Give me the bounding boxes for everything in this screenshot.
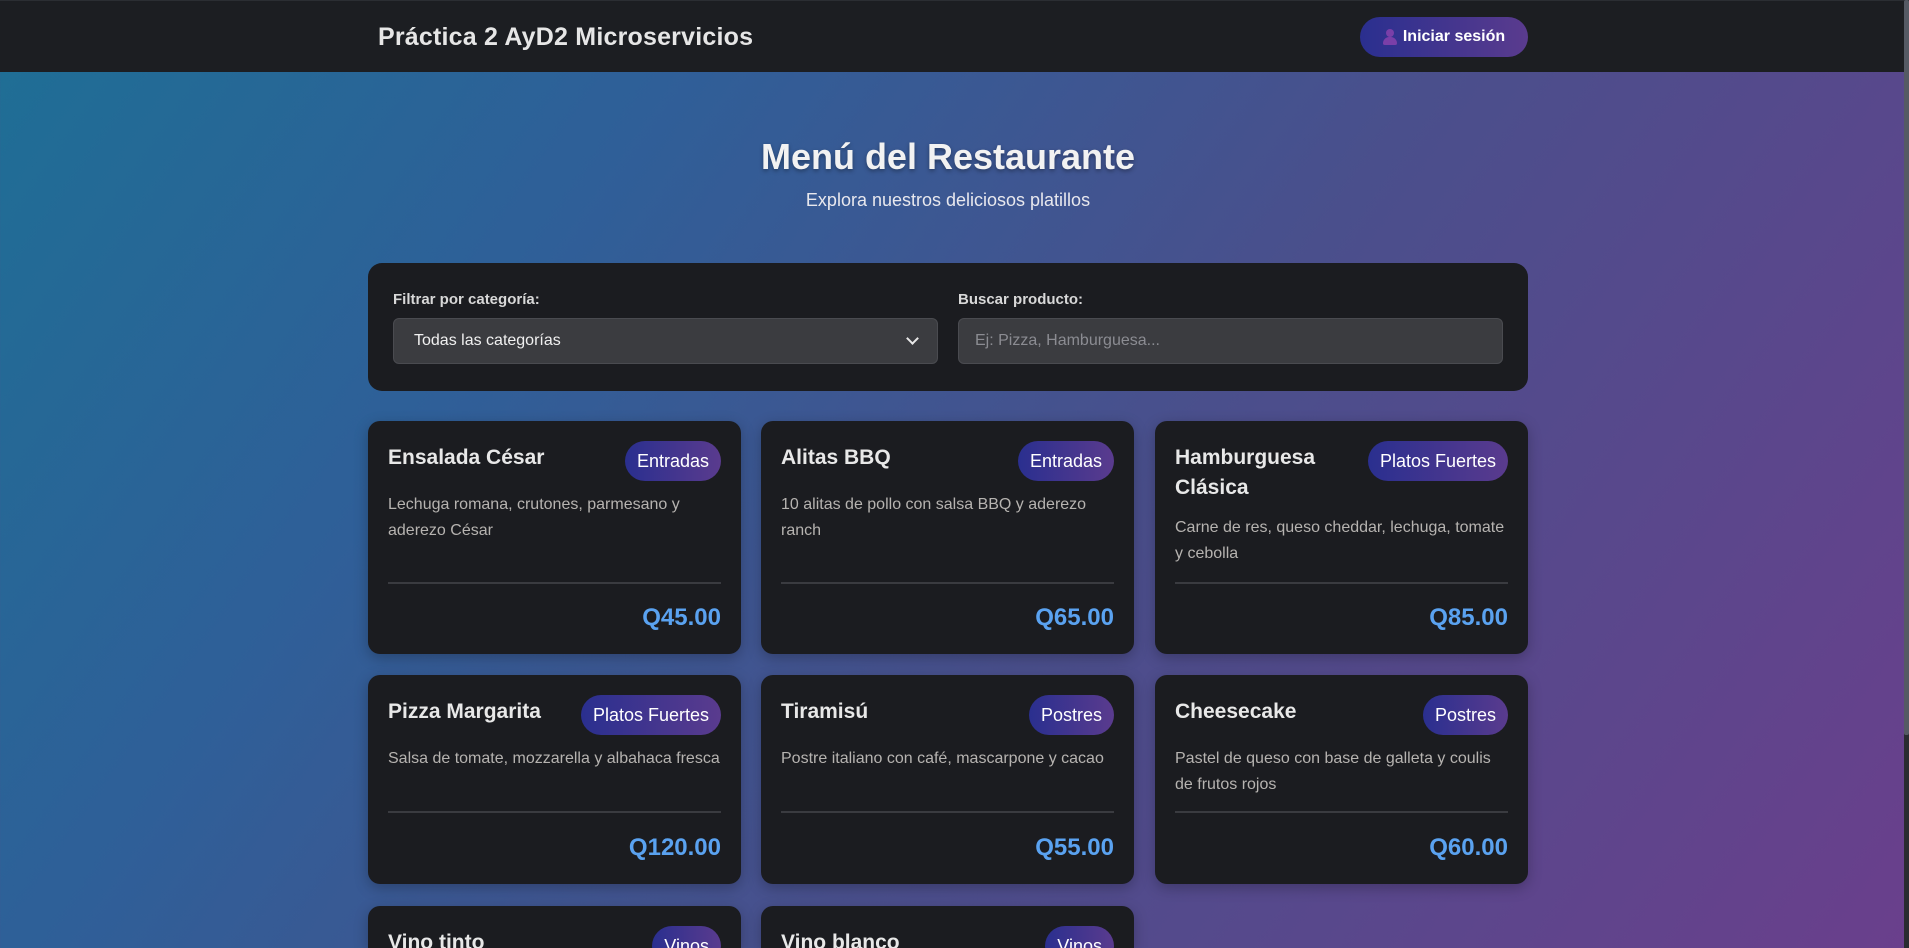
filter-panel: Filtrar por categoría: Todas las categor… <box>368 263 1528 391</box>
product-description: Carne de res, queso cheddar, lechuga, to… <box>1175 519 1505 562</box>
login-button[interactable]: Iniciar sesión <box>1360 17 1528 57</box>
chevron-down-icon <box>906 332 919 345</box>
product-description: Pastel de queso con base de galleta y co… <box>1175 750 1491 793</box>
search-input[interactable] <box>958 318 1503 364</box>
product-price: Q65.00 <box>1035 604 1114 631</box>
product-name: Hamburguesa Clásica <box>1175 446 1316 499</box>
top-navbar: Práctica 2 AyD2 Microservicios Iniciar s… <box>0 0 1904 72</box>
product-card[interactable]: Vino blanco Vinos <box>761 906 1134 948</box>
product-description: Postre italiano con café, mascarpone y c… <box>781 750 1104 767</box>
category-badge: Platos Fuertes <box>580 695 721 735</box>
scrollbar-thumb[interactable] <box>1904 0 1909 735</box>
product-price: Q120.00 <box>628 834 721 861</box>
product-description: Lechuga romana, crutones, parmesano y ad… <box>388 496 680 539</box>
category-badge: Postres <box>1028 695 1114 735</box>
product-card[interactable]: Hamburguesa Clásica Platos Fuertes Carne… <box>1155 421 1528 654</box>
brand-title[interactable]: Práctica 2 AyD2 Microservicios <box>378 23 753 52</box>
search-filter-group: Buscar producto: <box>958 291 1503 364</box>
product-price: Q55.00 <box>1035 834 1114 861</box>
category-badge: Entradas <box>1017 441 1114 481</box>
login-button-label: Iniciar sesión <box>1402 28 1506 45</box>
category-select-value: Todas las categorías <box>414 332 561 349</box>
card-divider <box>1175 582 1508 584</box>
card-divider <box>1175 811 1508 813</box>
product-description: 10 alitas de pollo con salsa BBQ y adere… <box>781 496 1087 539</box>
product-name: Cheesecake <box>1175 700 1297 723</box>
product-name: Vino tinto <box>388 931 485 948</box>
category-filter-label: Filtrar por categoría: <box>393 291 540 308</box>
product-card[interactable]: Cheesecake Postres Pastel de queso con b… <box>1155 675 1528 884</box>
card-divider <box>781 582 1114 584</box>
category-badge: Vinos <box>1045 926 1114 948</box>
page-title: Menú del Restaurante <box>760 136 1136 177</box>
page-subtitle: Explora nuestros deliciosos platillos <box>805 190 1091 210</box>
product-price: Q85.00 <box>1429 604 1508 631</box>
search-label: Buscar producto: <box>958 291 1084 308</box>
card-divider <box>388 582 721 584</box>
category-badge: Postres <box>1422 695 1508 735</box>
category-badge: Platos Fuertes <box>1367 441 1508 481</box>
product-card[interactable]: Ensalada César Entradas Lechuga romana, … <box>368 421 741 654</box>
product-name: Ensalada César <box>388 446 545 469</box>
category-badge: Entradas <box>624 441 721 481</box>
product-name: Alitas BBQ <box>781 446 891 469</box>
product-name: Tiramisú <box>781 700 869 723</box>
product-name: Vino blanco <box>781 931 900 948</box>
category-filter-group: Filtrar por categoría: Todas las categor… <box>393 291 938 364</box>
product-card[interactable]: Tiramisú Postres Postre italiano con caf… <box>761 675 1134 884</box>
product-price: Q60.00 <box>1429 834 1508 861</box>
card-divider <box>781 811 1114 813</box>
category-select[interactable]: Todas las categorías <box>393 318 938 364</box>
user-icon <box>1382 29 1397 45</box>
category-badge: Vinos <box>652 926 721 948</box>
product-price: Q45.00 <box>642 604 721 631</box>
product-card[interactable]: Pizza Margarita Platos Fuertes Salsa de … <box>368 675 741 884</box>
product-name: Pizza Margarita <box>388 700 541 723</box>
card-divider <box>388 811 721 813</box>
product-description: Salsa de tomate, mozzarella y albahaca f… <box>388 750 720 767</box>
product-card[interactable]: Alitas BBQ Entradas 10 alitas de pollo c… <box>761 421 1134 654</box>
product-card[interactable]: Vino tinto Vinos <box>368 906 741 948</box>
